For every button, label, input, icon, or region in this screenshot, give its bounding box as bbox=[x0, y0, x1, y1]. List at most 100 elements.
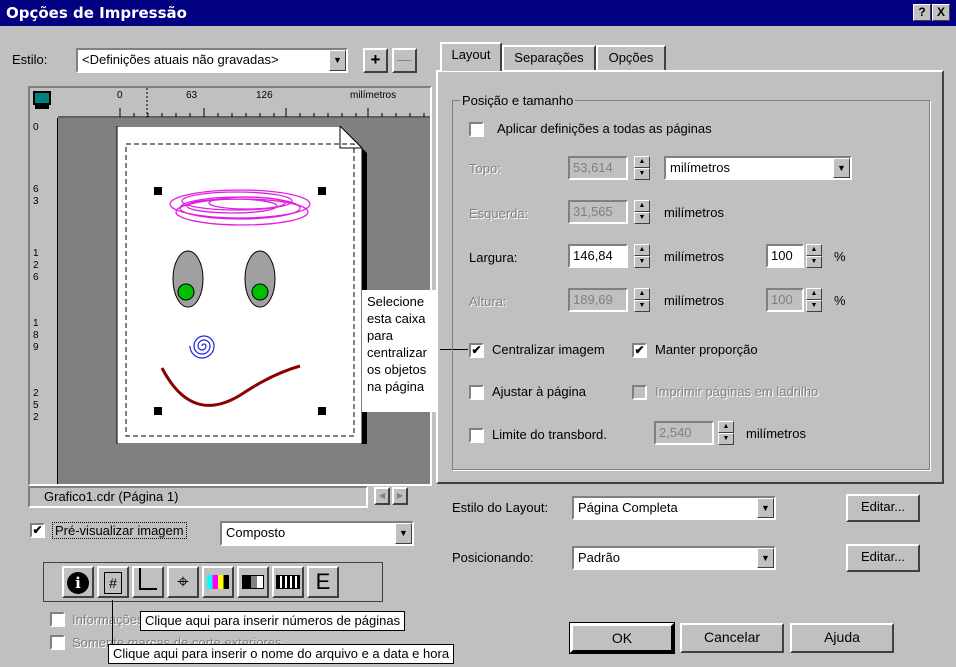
preview-image-checkbox[interactable]: ✔ bbox=[30, 523, 45, 538]
height-spinner[interactable]: ▲ ▼ bbox=[634, 288, 650, 312]
edit-positioning-button[interactable]: Editar... bbox=[846, 544, 920, 572]
density-scale-icon[interactable] bbox=[237, 566, 269, 598]
add-style-button[interactable]: + bbox=[363, 48, 388, 73]
chevron-down-icon[interactable]: ▼ bbox=[329, 50, 346, 71]
left-ruler-tick: 6 bbox=[33, 272, 39, 283]
page-number-icon[interactable]: # bbox=[97, 566, 129, 598]
bleed-unit: milímetros bbox=[746, 426, 806, 441]
left-spinner[interactable]: ▲ ▼ bbox=[634, 200, 650, 224]
top-field[interactable]: 53,614 bbox=[568, 156, 628, 180]
tab-separations[interactable]: Separações bbox=[502, 45, 596, 71]
left-ruler-tick: 3 bbox=[33, 196, 39, 207]
width-spinner[interactable]: ▲ ▼ bbox=[634, 244, 650, 268]
monitor-stand bbox=[35, 105, 49, 109]
left-ruler-tick: 1 bbox=[33, 318, 39, 329]
height-label: Altura: bbox=[469, 294, 507, 309]
center-image-checkbox[interactable]: ✔ bbox=[469, 343, 484, 358]
height-unit: milímetros bbox=[664, 293, 724, 308]
ruler-tick-126: 126 bbox=[256, 90, 273, 101]
color-bar-icon[interactable] bbox=[202, 566, 234, 598]
crop-mark-icon[interactable] bbox=[272, 566, 304, 598]
print-options-dialog: Opções de Impressão ? X Estilo: <Definiç… bbox=[0, 0, 956, 667]
left-ruler-tick: 2 bbox=[33, 260, 39, 271]
layout-style-label: Estilo do Layout: bbox=[452, 500, 549, 515]
bleed-limit-checkbox[interactable] bbox=[469, 428, 484, 443]
monitor-icon[interactable] bbox=[33, 91, 51, 105]
emulsion-icon[interactable]: E bbox=[307, 566, 339, 598]
style-combo[interactable]: <Definições atuais não gravadas> ▼ bbox=[76, 48, 348, 73]
left-label: Esquerda: bbox=[469, 206, 529, 221]
preview-mode-combo[interactable]: Composto ▼ bbox=[220, 521, 414, 546]
width-label: Largura: bbox=[469, 250, 518, 265]
tab-layout[interactable]: Layout bbox=[440, 42, 502, 71]
tile-pages-checkbox[interactable] bbox=[632, 385, 647, 400]
tooltip-pointer bbox=[112, 600, 113, 646]
callout-line: os objetos bbox=[367, 362, 427, 377]
outer-crop-checkbox[interactable] bbox=[50, 635, 65, 650]
left-ruler-tick: 2 bbox=[33, 388, 39, 399]
left-ruler: 0 6 3 1 2 6 1 8 9 2 5 2 bbox=[30, 118, 58, 484]
width-unit: milímetros bbox=[664, 249, 724, 264]
ruler-tick-63: 63 bbox=[186, 90, 198, 101]
left-field[interactable]: 31,565 bbox=[568, 200, 628, 224]
help-button[interactable]: Ajuda bbox=[790, 623, 894, 653]
group-title: Posição e tamanho bbox=[460, 93, 576, 108]
center-image-label: Centralizar imagem bbox=[492, 342, 605, 357]
close-title-button[interactable]: X bbox=[932, 4, 950, 21]
chevron-down-icon[interactable]: ▼ bbox=[757, 548, 774, 568]
top-spinner[interactable]: ▲ ▼ bbox=[634, 156, 650, 180]
left-ruler-tick: 0 bbox=[33, 122, 39, 133]
next-page-button[interactable]: ▶ bbox=[392, 487, 408, 505]
registration-mark-icon[interactable]: ⌖ bbox=[167, 566, 199, 598]
positioning-combo[interactable]: Padrão ▼ bbox=[572, 546, 776, 570]
unit-combo[interactable]: milímetros ▼ bbox=[664, 156, 852, 180]
bleed-spinner[interactable]: ▲ ▼ bbox=[718, 421, 734, 445]
dialog-title: Opções de Impressão bbox=[6, 4, 187, 22]
keep-ratio-checkbox[interactable]: ✔ bbox=[632, 343, 647, 358]
info-icon[interactable]: i bbox=[62, 566, 94, 598]
left-ruler-tick: 9 bbox=[33, 342, 39, 353]
bleed-field[interactable]: 2,540 bbox=[654, 421, 714, 445]
width-percent-sign: % bbox=[834, 249, 846, 264]
style-label: Estilo: bbox=[12, 52, 48, 67]
ruler-tick-0: 0 bbox=[117, 90, 123, 101]
info-checkbox[interactable] bbox=[50, 612, 65, 627]
remove-style-button[interactable]: — bbox=[392, 48, 417, 73]
callout-line: na página bbox=[367, 379, 425, 394]
preview-mode-value: Composto bbox=[226, 525, 286, 540]
title-bar: Opções de Impressão ? X bbox=[0, 0, 956, 26]
width-percent-spinner[interactable]: ▲ ▼ bbox=[806, 244, 822, 268]
unit-combo-value: milímetros bbox=[670, 160, 730, 175]
width-percent-field[interactable]: 100 bbox=[766, 244, 804, 268]
help-title-button[interactable]: ? bbox=[913, 4, 931, 21]
chevron-down-icon[interactable]: ▼ bbox=[395, 523, 412, 544]
callout-line: centralizar bbox=[367, 345, 427, 360]
keep-ratio-label: Manter proporção bbox=[655, 342, 758, 357]
width-field[interactable]: 146,84 bbox=[568, 244, 628, 268]
filename-tooltip: Clique aqui para inserir o nome do arqui… bbox=[108, 644, 455, 664]
height-field[interactable]: 189,69 bbox=[568, 288, 628, 312]
height-percent-spinner[interactable]: ▲ ▼ bbox=[806, 288, 822, 312]
ok-button[interactable]: OK bbox=[569, 622, 675, 654]
apply-all-checkbox[interactable] bbox=[469, 122, 484, 137]
layout-style-value: Página Completa bbox=[578, 500, 678, 515]
callout-line: esta caixa bbox=[367, 311, 426, 326]
style-combo-value: <Definições atuais não gravadas> bbox=[82, 52, 279, 67]
chevron-down-icon[interactable]: ▼ bbox=[833, 158, 850, 178]
height-percent-field[interactable]: 100 bbox=[766, 288, 804, 312]
positioning-value: Padrão bbox=[578, 550, 620, 565]
chevron-down-icon[interactable]: ▼ bbox=[757, 498, 774, 518]
fit-page-checkbox[interactable] bbox=[469, 385, 484, 400]
prev-page-button[interactable]: ◀ bbox=[374, 487, 390, 505]
apply-all-label: Aplicar definições a todas as páginas bbox=[497, 121, 712, 136]
filename-date-icon[interactable] bbox=[132, 566, 164, 598]
left-ruler-tick: 5 bbox=[33, 400, 39, 411]
cancel-button[interactable]: Cancelar bbox=[680, 623, 784, 653]
layout-style-combo[interactable]: Página Completa ▼ bbox=[572, 496, 776, 520]
tile-pages-label: Imprimir páginas em ladrilho bbox=[655, 384, 819, 399]
callout-line: para bbox=[367, 328, 394, 343]
edit-layout-button[interactable]: Editar... bbox=[846, 494, 920, 522]
tab-options[interactable]: Opções bbox=[596, 45, 666, 71]
ruler-unit: milímetros bbox=[350, 90, 397, 101]
positioning-label: Posicionando: bbox=[452, 550, 534, 565]
